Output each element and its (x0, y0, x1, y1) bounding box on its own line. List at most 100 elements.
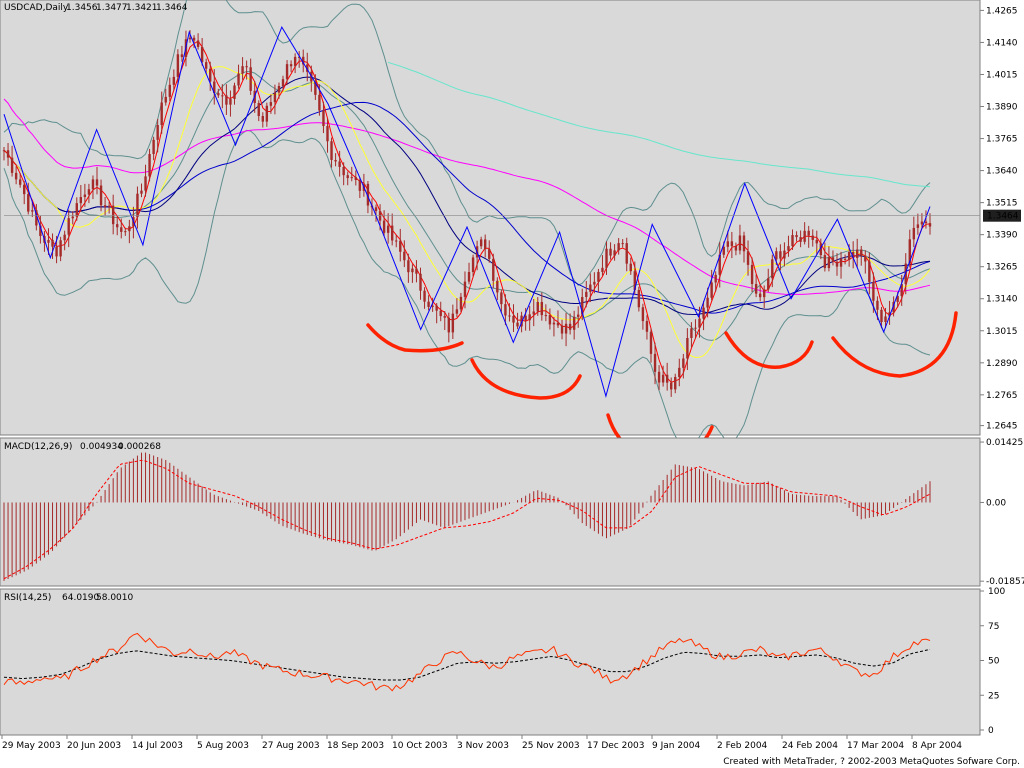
price-open-value: 1.3456 (66, 3, 98, 13)
candle-body (107, 205, 111, 207)
candle-body (435, 305, 438, 311)
candle-body (617, 243, 620, 251)
candle-body (702, 307, 705, 319)
candle-body (593, 281, 596, 285)
candle-body (95, 179, 99, 186)
candle-body (63, 234, 66, 241)
candle-body (257, 103, 260, 117)
candle-body (79, 197, 83, 204)
candle-body (399, 240, 402, 252)
candle-body (556, 322, 560, 326)
candle-body (706, 297, 709, 308)
candle-body (839, 258, 843, 267)
rsi-panel-area (0, 588, 981, 736)
candle-body (500, 292, 503, 305)
price-tick-label: 1.3265 (986, 263, 1018, 273)
candle-body (390, 225, 394, 241)
candle-body (140, 190, 143, 194)
candle-body (532, 311, 535, 315)
candle-body (128, 226, 131, 232)
macd-panel-title: MACD(12,26,9) (4, 442, 72, 452)
candle-body (694, 327, 697, 329)
macd-tick-label: -0.01857 (986, 577, 1024, 587)
candle-body (488, 249, 491, 259)
candle-body (443, 316, 446, 318)
candle-body (395, 240, 398, 242)
candle-body (597, 271, 600, 282)
candle-body (342, 166, 345, 176)
candle-body (920, 221, 924, 225)
candle-body (204, 62, 208, 69)
rsi-tick-label: 0 (988, 726, 994, 736)
candle-body (787, 246, 790, 251)
candle-body (209, 68, 212, 82)
candle-body (649, 331, 653, 354)
time-tick-label: 5 Aug 2003 (197, 741, 249, 751)
price-tick-label: 1.3765 (986, 135, 1018, 145)
candle-body (670, 382, 673, 390)
candle-body (277, 86, 281, 93)
price-tick-label: 1.2890 (986, 359, 1018, 369)
candle-body (261, 116, 264, 122)
price-tick-label: 1.2645 (986, 422, 1018, 432)
candle-body (47, 239, 50, 243)
candle-body (225, 95, 228, 105)
price-tick-label: 1.3015 (986, 327, 1018, 337)
price-high-value: 1.3477 (96, 3, 128, 13)
rsi-main-value: 64.0190 (62, 593, 99, 603)
candle-body (233, 85, 236, 99)
candle-body (382, 220, 386, 233)
candle-body (831, 257, 835, 262)
candle-body (350, 177, 353, 179)
candle-body (560, 325, 564, 334)
macd-panel[interactable]: MACD(12,26,9) 0.004934 0.000268 0.01425 0… (0, 437, 1024, 587)
candle-body (771, 259, 774, 279)
candle-body (116, 224, 119, 228)
candle-body (864, 255, 867, 262)
price-panel[interactable]: USDCAD,Daily 1.3456 1.3477 1.3421 1.3464… (0, 0, 1021, 460)
rsi-tick-label: 50 (988, 657, 1000, 667)
candle-body (528, 314, 531, 321)
candle-body (103, 205, 107, 207)
candle-body (912, 227, 916, 240)
candle-body (245, 66, 248, 68)
candle-body (18, 179, 22, 185)
candle-body (75, 203, 78, 217)
candle-body (463, 281, 467, 297)
candle-body (427, 301, 430, 307)
rsi-panel[interactable]: RSI(14,25) 64.0190 58.0010 100 75 50 25 0 (0, 587, 1005, 736)
candle-body (55, 246, 58, 257)
macd-signal-value: 0.000268 (118, 442, 161, 452)
candle-body (641, 307, 645, 322)
candle-body (249, 67, 252, 91)
time-tick-label: 3 Nov 2003 (457, 741, 509, 751)
candle-body (346, 175, 349, 179)
metatrader-chart: USDCAD,Daily 1.3456 1.3477 1.3421 1.3464… (0, 0, 1024, 768)
candle-body (411, 268, 414, 273)
candle-body (609, 248, 612, 256)
candle-body (872, 281, 875, 301)
price-tick-label: 1.3640 (986, 167, 1018, 177)
price-tick-label: 1.2765 (986, 391, 1018, 401)
time-tick-label: 20 Jun 2003 (67, 741, 121, 751)
candle-body (572, 316, 576, 330)
candle-body (811, 235, 814, 240)
candle-body (524, 315, 527, 321)
candle-body (31, 210, 34, 212)
candle-body (726, 241, 730, 247)
candle-body (415, 268, 418, 274)
candle-body (536, 301, 539, 312)
candle-body (2, 150, 6, 152)
macd-main-value: 0.004934 (80, 442, 123, 452)
price-low-value: 1.3421 (126, 3, 158, 13)
candle-body (10, 157, 14, 173)
candle-body (815, 239, 818, 244)
candle-body (601, 267, 604, 272)
candle-body (358, 179, 362, 191)
candle-body (269, 102, 273, 106)
candle-body (884, 316, 887, 322)
candle-body (172, 76, 176, 85)
candle-body (512, 315, 515, 323)
candle-body (746, 251, 750, 265)
candle-body (221, 95, 224, 97)
